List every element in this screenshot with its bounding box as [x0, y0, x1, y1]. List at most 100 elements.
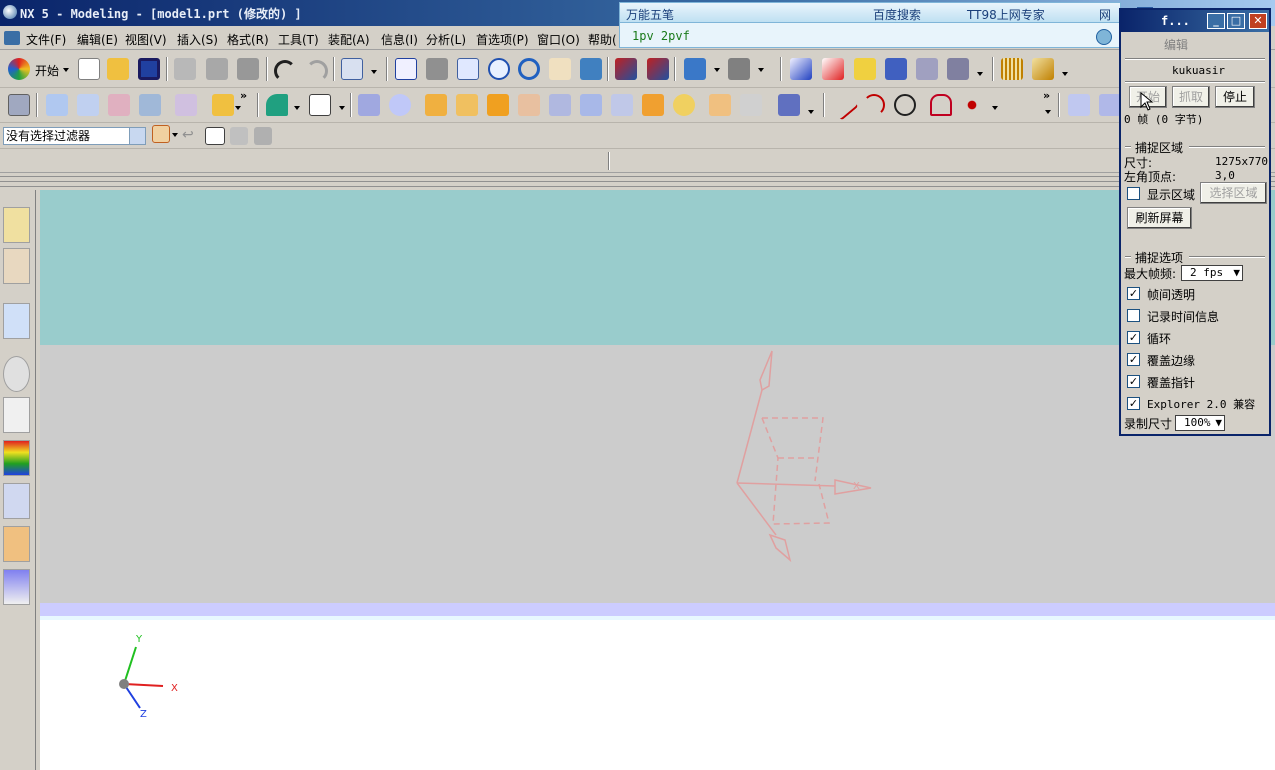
arc-icon[interactable]: [863, 94, 885, 116]
perspective-icon[interactable]: [580, 58, 602, 80]
stop-button[interactable]: 停止: [1215, 86, 1255, 108]
chevron-down-icon[interactable]: [63, 68, 69, 72]
chevron-down-icon[interactable]: [371, 70, 377, 74]
selection-mode-icon[interactable]: [205, 127, 225, 145]
datum-plane-icon[interactable]: [212, 94, 234, 116]
menu-analysis[interactable]: 分析(L): [426, 31, 466, 48]
menu-help[interactable]: 帮助(: [588, 31, 617, 48]
type-filter-select[interactable]: 没有选择过滤器: [3, 127, 146, 145]
record-size-select[interactable]: 100% ▼: [1175, 415, 1225, 431]
chevron-down-icon[interactable]: [714, 68, 720, 72]
wcs-rotate-icon[interactable]: [854, 58, 876, 80]
subtract-icon[interactable]: [740, 94, 762, 116]
menu-window[interactable]: 窗口(O): [537, 31, 580, 48]
chevron-down-icon[interactable]: [1062, 72, 1068, 76]
new-file-icon[interactable]: [78, 58, 100, 80]
toolbar-overflow-icon[interactable]: »: [1043, 89, 1050, 102]
option-checkbox[interactable]: ✓: [1127, 287, 1140, 300]
refresh-screen-button[interactable]: 刷新屏幕: [1127, 207, 1192, 229]
start-menu-button[interactable]: 开始: [35, 62, 59, 79]
menu-format[interactable]: 格式(R): [227, 31, 269, 48]
measure-distance-icon[interactable]: [1001, 58, 1023, 80]
datum-csys-icon[interactable]: [790, 58, 812, 80]
ime-tab-baidu[interactable]: 百度搜索: [873, 6, 921, 23]
copy-icon[interactable]: [206, 58, 228, 80]
assembly-navigator-icon[interactable]: [3, 207, 30, 243]
open-folder-icon[interactable]: [107, 58, 129, 80]
trim-body-icon[interactable]: [642, 94, 664, 116]
shell-icon[interactable]: [549, 94, 571, 116]
menu-tools[interactable]: 工具(T): [278, 31, 319, 48]
wcs-origin-icon[interactable]: [822, 58, 844, 80]
option-checkbox[interactable]: ✓: [1127, 353, 1140, 366]
menu-insert[interactable]: 插入(S): [177, 31, 218, 48]
menu-preferences[interactable]: 首选项(P): [476, 31, 529, 48]
paste-icon[interactable]: [237, 58, 259, 80]
undo-icon[interactable]: [274, 60, 296, 82]
system-scenes-icon[interactable]: [3, 440, 30, 476]
rotate-icon[interactable]: [518, 58, 540, 80]
ime-tab-wubi[interactable]: 万能五笔: [626, 6, 674, 23]
snap-point-icon[interactable]: [230, 127, 248, 145]
option-checkbox[interactable]: ✓: [1127, 331, 1140, 344]
extrude-icon[interactable]: [46, 94, 68, 116]
move-to-layer-icon[interactable]: [647, 58, 669, 80]
chevron-down-icon[interactable]: [339, 106, 345, 110]
option-checkbox[interactable]: ✓: [1127, 375, 1140, 388]
zoom-in-out-icon[interactable]: [488, 58, 510, 80]
maximize-icon[interactable]: □: [1227, 13, 1245, 29]
chevron-down-icon[interactable]: [294, 106, 300, 110]
pan-icon[interactable]: [549, 58, 571, 80]
zoom-icon[interactable]: [457, 58, 479, 80]
rectangle-icon[interactable]: [309, 94, 331, 116]
snap-end-icon[interactable]: [254, 127, 272, 145]
chevron-down-icon[interactable]: [758, 68, 764, 72]
close-icon[interactable]: ✕: [1249, 13, 1267, 29]
chevron-down-icon[interactable]: [129, 128, 145, 144]
block-icon[interactable]: [358, 94, 380, 116]
option-checkbox[interactable]: ✓: [1127, 397, 1140, 410]
sketch-icon[interactable]: [8, 94, 30, 116]
system-menu-icon[interactable]: [4, 31, 20, 45]
sweep-icon[interactable]: [108, 94, 130, 116]
circle-icon[interactable]: [894, 94, 916, 116]
select-region-button[interactable]: 选择区域: [1200, 182, 1267, 204]
option-checkbox[interactable]: [1127, 309, 1140, 322]
wcs-orient-icon[interactable]: [885, 58, 907, 80]
measure-angle-icon[interactable]: [1032, 58, 1054, 80]
menu-assemblies[interactable]: 装配(A): [328, 31, 370, 48]
face-blend-icon[interactable]: [487, 94, 509, 116]
selection-icon[interactable]: [341, 58, 363, 80]
chevron-down-icon[interactable]: [172, 133, 178, 137]
surface-icon[interactable]: [1068, 94, 1090, 116]
ime-tab-tt98[interactable]: TT98上网专家: [967, 6, 1045, 23]
edge-blend-icon[interactable]: [425, 94, 447, 116]
web-browser-icon[interactable]: [3, 303, 30, 339]
menu-view[interactable]: 视图(V): [125, 31, 167, 48]
palette-icon[interactable]: [3, 569, 30, 605]
select-all-icon[interactable]: [152, 125, 170, 143]
spline-icon[interactable]: [930, 94, 952, 116]
chevron-down-icon[interactable]: [808, 110, 814, 114]
start-icon[interactable]: [8, 58, 30, 80]
offset-face-icon[interactable]: [673, 94, 695, 116]
tube-icon[interactable]: [139, 94, 161, 116]
reuse-library-icon[interactable]: [3, 483, 30, 519]
chevron-down-icon[interactable]: [1045, 110, 1051, 114]
line-icon[interactable]: [827, 89, 859, 121]
revolve-icon[interactable]: [77, 94, 99, 116]
redo-icon[interactable]: [306, 60, 328, 82]
insert-shape-icon[interactable]: [266, 94, 288, 116]
ime-tab-web[interactable]: 网: [1099, 6, 1111, 23]
chamfer-icon[interactable]: [456, 94, 478, 116]
variational-sweep-icon[interactable]: [175, 94, 197, 116]
grab-button[interactable]: 抓取: [1172, 86, 1210, 108]
menu-edit[interactable]: 编辑: [1164, 36, 1188, 53]
fit-icon[interactable]: [395, 58, 417, 80]
wcs-display-icon[interactable]: [916, 58, 938, 80]
sphere-icon[interactable]: [389, 94, 411, 116]
point-icon[interactable]: [961, 94, 983, 116]
unite-icon[interactable]: [709, 94, 731, 116]
zoom-window-icon[interactable]: [426, 58, 448, 80]
pattern-icon[interactable]: [611, 94, 633, 116]
